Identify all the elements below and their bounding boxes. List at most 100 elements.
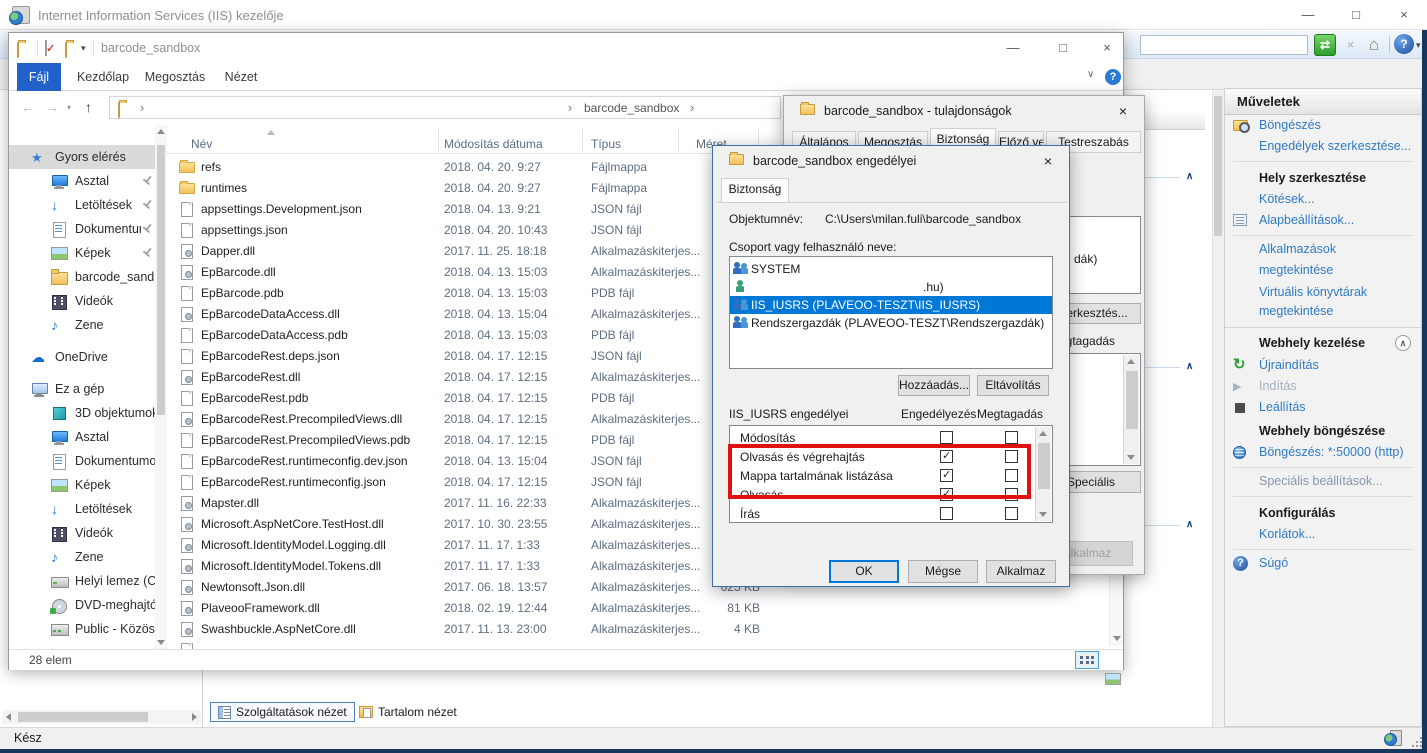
sidebar-item[interactable]: Dokumentumok [9,217,161,241]
explorer-close-button[interactable]: × [1089,33,1125,63]
home-icon[interactable] [1363,33,1385,56]
acl-group-row[interactable]: SYSTEM [730,260,1052,278]
sidebar-item[interactable]: DVD-meghajtó ( [9,593,161,617]
list-scrollbar[interactable] [1123,355,1139,464]
properties-shortcut-icon[interactable] [45,40,47,56]
tab-content-view[interactable]: Tartalom nézet [352,702,464,722]
column-header-type[interactable]: Típus [591,137,621,151]
breadcrumb-chevron-icon[interactable] [690,100,694,115]
iis-close-button[interactable]: × [1384,0,1424,30]
sidebar-item[interactable]: Public - Közös (K [9,617,161,641]
allow-checkbox[interactable] [940,431,953,444]
sidebar-item[interactable]: Letöltések [9,193,161,217]
sidebar-item[interactable]: Videók [9,289,161,313]
acl-group-row[interactable]: Rendszergazdák (PLAVEOO-TESZT\Rendszerga… [730,314,1052,332]
tab-features-view[interactable]: Szolgáltatások nézet [210,702,355,722]
sidebar-item[interactable]: Képek [9,241,161,265]
recent-locations-icon[interactable]: ▾ [67,103,71,112]
close-icon[interactable] [1027,146,1069,176]
action-label[interactable]: Hely szerkesztése [1259,171,1366,185]
address-bar[interactable]: barcode_sandbox [109,96,781,119]
resize-grip[interactable] [1410,735,1422,747]
column-divider[interactable] [678,129,679,151]
breadcrumb-chevron-icon[interactable] [140,100,144,115]
sidebar-item[interactable]: Letöltések [9,497,161,521]
action-label[interactable]: Webhely böngészése [1259,424,1385,438]
cancel-button[interactable]: Mégse [908,560,978,583]
column-divider[interactable] [582,129,583,151]
acl-group-row[interactable]: IIS_IUSRS (PLAVEOO-TESZT\IIS_IUSRS) [730,296,1052,314]
tab-view[interactable]: Nézet [217,63,265,91]
column-divider[interactable] [438,129,439,151]
explorer-minimize-button[interactable]: — [993,33,1033,63]
tab-share[interactable]: Megosztás [141,63,209,91]
action-label[interactable]: Újraindítás [1259,358,1319,372]
action-label[interactable]: Indítás [1259,379,1297,393]
sidebar-item[interactable]: OneDrive [9,345,161,369]
list-scrollbar[interactable] [1035,427,1051,521]
tab-home[interactable]: Kezdőlap [71,63,135,91]
sidebar-item[interactable]: Zene [9,545,161,569]
sidebar-item[interactable]: Dokumentumok [9,449,161,473]
iis-maximize-button[interactable]: □ [1336,0,1376,30]
scroll-down-icon[interactable] [1113,636,1121,641]
apply-button[interactable]: Alkalmaz [986,560,1056,583]
explorer-maximize-button[interactable]: □ [1043,33,1083,63]
collapse-group-icon[interactable] [1186,362,1193,372]
file-row[interactable] [164,640,1109,649]
chevron-down-icon[interactable] [1416,40,1421,51]
acl-group-row[interactable]: .hu) [730,278,1052,296]
details-view-button[interactable] [1075,651,1099,669]
collapse-group-icon[interactable] [1186,520,1193,530]
back-icon[interactable]: ← [21,99,35,115]
action-label[interactable]: Korlátok... [1259,527,1315,541]
remove-button[interactable]: Eltávolítás [977,375,1049,396]
close-icon[interactable] [1102,96,1144,126]
column-header-date[interactable]: Módosítás dátuma [444,137,543,151]
sidebar-item[interactable]: 3D objektumok [9,401,161,425]
action-label[interactable]: Kötések... [1259,192,1315,206]
breadcrumb-chevron-icon[interactable] [568,100,572,115]
tab-security[interactable]: Biztonság [721,178,789,203]
scroll-down-icon[interactable] [1039,512,1047,517]
up-icon[interactable]: ↑ [85,99,92,115]
action-label[interactable]: Alkalmazások megtekintése [1259,242,1336,277]
breadcrumb-segment[interactable]: barcode_sandbox [584,101,679,115]
help-icon[interactable] [1394,34,1414,54]
scroll-right-icon[interactable] [192,713,197,721]
action-label[interactable]: Virtuális könyvtárak megtekintése [1259,285,1367,318]
sidebar-item[interactable]: Asztal [9,169,161,193]
sidebar-item[interactable]: Asztal [9,425,161,449]
scrollbar-thumb[interactable] [1214,96,1222,236]
minimize-ribbon-icon[interactable] [1087,69,1094,80]
collapse-section-icon[interactable] [1395,335,1411,351]
scroll-up-icon[interactable] [1039,431,1047,436]
sidebar-item[interactable]: Videók [9,521,161,545]
permission-row[interactable]: Írás [730,505,1052,524]
new-folder-icon[interactable] [65,42,67,58]
action-label[interactable]: Böngészés: *:50000 (http) [1259,445,1404,459]
scroll-down-icon[interactable] [1127,455,1135,460]
file-row[interactable]: PlaveooFramework.dll 2018. 02. 19. 12:44… [164,598,1109,619]
deny-checkbox[interactable] [1005,431,1018,444]
sidebar-item[interactable]: Zene [9,313,161,337]
add-button[interactable]: Hozzáadás... [898,375,970,396]
iis-minimize-button[interactable]: — [1288,0,1328,30]
action-label[interactable]: Alapbeállítások... [1259,213,1354,227]
scrollbar-thumb[interactable] [1126,371,1138,429]
action-label[interactable]: Engedélyek szerkesztése... [1259,139,1411,153]
scrollbar-thumb[interactable] [18,712,148,722]
action-label[interactable]: Konfigurálás [1259,506,1335,520]
sidebar-item[interactable]: Ez a gép [9,377,161,401]
action-label[interactable]: Leállítás [1259,400,1306,414]
action-label[interactable]: Böngészés [1259,118,1321,132]
scrollbar-thumb[interactable] [1038,443,1050,489]
action-label[interactable]: Súgó [1259,556,1288,570]
collapse-group-icon[interactable] [1186,172,1193,182]
explorer-help-icon[interactable] [1105,69,1121,85]
sidebar-item[interactable]: Képek [9,473,161,497]
scroll-left-icon[interactable] [6,713,11,721]
sidebar-item[interactable]: barcode_sandbox [9,265,161,289]
file-row[interactable]: Swashbuckle.AspNetCore.dll 2017. 11. 13.… [164,619,1109,640]
allow-checkbox[interactable] [940,507,953,520]
